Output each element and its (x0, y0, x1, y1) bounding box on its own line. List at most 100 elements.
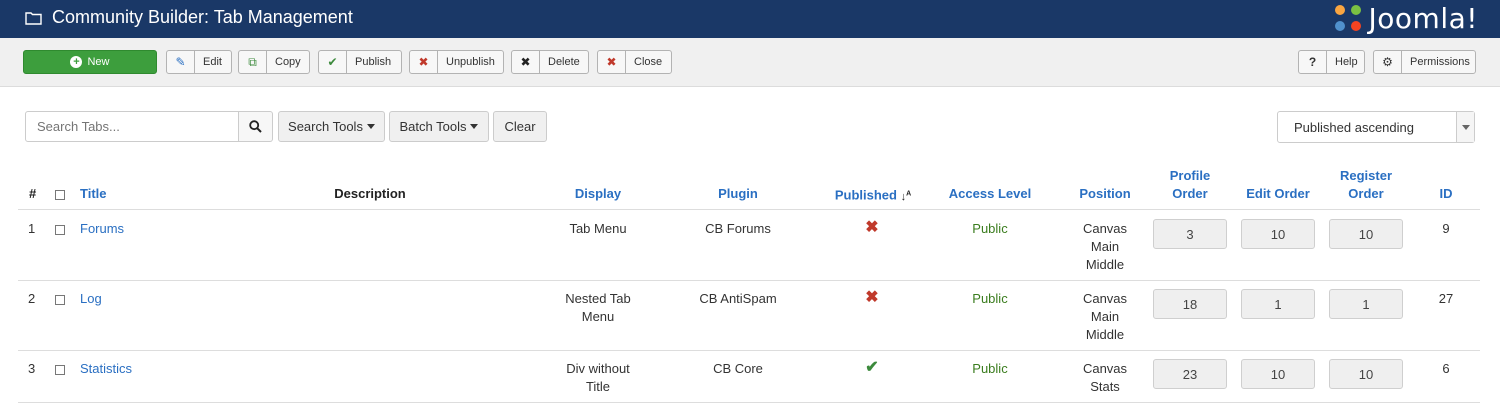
edit-button[interactable]: ✎ Edit (166, 50, 232, 74)
search-button[interactable] (239, 111, 273, 142)
row-display-l1: Tab Menu (569, 221, 627, 236)
col-edit-order[interactable]: Edit Order (1238, 185, 1318, 203)
search-input[interactable] (25, 111, 239, 142)
row-checkbox[interactable] (55, 295, 65, 305)
header-divider (18, 209, 1480, 210)
edit-order-input[interactable]: 10 (1241, 359, 1315, 389)
row-number: 2 (28, 291, 36, 306)
row-position-l1: Canvas (1082, 291, 1128, 306)
delete-button-label: Delete (548, 56, 580, 68)
col-published-wrap[interactable]: Published ↓A (823, 185, 923, 206)
batch-tools-button[interactable]: Batch Tools (389, 111, 489, 142)
row-plugin: CB Core (713, 361, 763, 376)
unpublish-button[interactable]: ✖ Unpublish (409, 50, 504, 74)
folder-icon (25, 12, 42, 25)
row-title-link[interactable]: Statistics (80, 360, 132, 378)
row-display: Tab Menu (548, 220, 648, 238)
register-order-input[interactable]: 1 (1329, 289, 1403, 319)
profile-order-input[interactable]: 3 (1153, 219, 1227, 249)
joomla-logo-icon (1334, 5, 1361, 31)
batch-tools-label: Batch Tools (399, 119, 467, 134)
edit-button-label: Edit (203, 56, 222, 68)
row-position: Canvas Stats (1055, 360, 1155, 396)
register-order-input[interactable]: 10 (1329, 219, 1403, 249)
col-position[interactable]: Position (1055, 185, 1155, 203)
row-divider (18, 280, 1480, 281)
row-position: Canvas Main Middle (1055, 290, 1155, 344)
col-register-order-l2: Order (1348, 186, 1384, 201)
row-position-l3: Middle (1085, 327, 1125, 342)
unpublished-x-icon[interactable]: ✖ (860, 219, 884, 237)
col-display[interactable]: Display (548, 185, 648, 203)
row-display: Div without Title (548, 360, 648, 396)
row-access: Public (972, 361, 1008, 376)
published-check-icon[interactable]: ✔ (860, 359, 884, 377)
row-checkbox[interactable] (55, 365, 65, 375)
copy-icon: ⧉ (239, 51, 267, 73)
permissions-button[interactable]: ⚙ Permissions (1373, 50, 1476, 74)
question-icon: ? (1299, 51, 1327, 73)
joomla-wordmark: Joomla! (1368, 1, 1478, 35)
caret-down-icon (366, 124, 375, 129)
col-access-level[interactable]: Access Level (940, 185, 1040, 203)
row-position-l3: Middle (1085, 257, 1125, 272)
publish-button[interactable]: ✔ Publish (318, 50, 402, 74)
profile-order-input[interactable]: 23 (1153, 359, 1227, 389)
delete-icon: ✖ (512, 51, 540, 73)
page-title: Community Builder: Tab Management (52, 7, 353, 27)
profile-order-input[interactable]: 18 (1153, 289, 1227, 319)
help-button[interactable]: ? Help (1298, 50, 1365, 74)
col-title[interactable]: Title (80, 185, 107, 203)
row-title-link[interactable]: Log (80, 290, 102, 308)
unpublish-button-label: Unpublish (446, 56, 495, 68)
toolbar: + New ✎ Edit ⧉ Copy ✔ Publish ✖ Unpublis… (0, 38, 1500, 87)
row-checkbox[interactable] (55, 225, 65, 235)
joomla-logo[interactable]: Joomla! (1331, 1, 1478, 35)
delete-button[interactable]: ✖ Delete (511, 50, 589, 74)
edit-icon: ✎ (167, 51, 195, 73)
sort-select[interactable]: Published ascending (1277, 111, 1475, 143)
col-profile-order[interactable]: Profile Order (1150, 167, 1230, 203)
select-all-checkbox[interactable] (55, 190, 65, 200)
copy-button[interactable]: ⧉ Copy (238, 50, 310, 74)
row-id: 6 (1442, 361, 1450, 376)
row-position-l2: Main (1090, 309, 1120, 324)
col-register-order-l1: Register (1339, 168, 1393, 183)
check-icon: ✔ (319, 51, 347, 73)
search-tools-label: Search Tools (288, 119, 363, 134)
row-access: Public (972, 291, 1008, 306)
row-position: Canvas Main Middle (1055, 220, 1155, 274)
close-button-label: Close (634, 56, 663, 68)
plus-circle-icon: + (70, 56, 83, 68)
row-title-link[interactable]: Forums (80, 220, 124, 238)
col-plugin[interactable]: Plugin (688, 185, 788, 203)
close-icon: ✖ (598, 51, 626, 73)
col-register-order[interactable]: Register Order (1326, 167, 1406, 203)
row-display: Nested Tab Menu (548, 290, 648, 326)
new-button[interactable]: + New (23, 50, 157, 74)
row-divider (18, 402, 1480, 403)
search-icon (249, 120, 262, 133)
row-id: 27 (1438, 291, 1454, 306)
row-display-l1: Nested Tab (565, 291, 631, 306)
row-access: Public (972, 221, 1008, 236)
sort-select-value: Published ascending (1294, 120, 1414, 135)
sort-ascending-icon: ↓A (900, 190, 912, 203)
col-description: Description (334, 186, 406, 201)
edit-order-input[interactable]: 10 (1241, 219, 1315, 249)
register-order-input[interactable]: 10 (1329, 359, 1403, 389)
close-button[interactable]: ✖ Close (597, 50, 672, 74)
row-plugin: CB AntiSpam (699, 291, 777, 306)
row-id: 9 (1442, 221, 1450, 236)
col-id[interactable]: ID (1426, 185, 1466, 203)
clear-button-label: Clear (504, 119, 536, 134)
row-plugin: CB Forums (705, 221, 771, 236)
unpublished-x-icon[interactable]: ✖ (860, 289, 884, 307)
clear-button[interactable]: Clear (493, 111, 547, 142)
col-profile-order-l2: Order (1172, 186, 1208, 201)
search-tools-button[interactable]: Search Tools (278, 111, 385, 142)
edit-order-input[interactable]: 1 (1241, 289, 1315, 319)
col-num: # (29, 186, 37, 201)
permissions-button-label: Permissions (1410, 56, 1470, 68)
row-number: 3 (28, 361, 36, 376)
